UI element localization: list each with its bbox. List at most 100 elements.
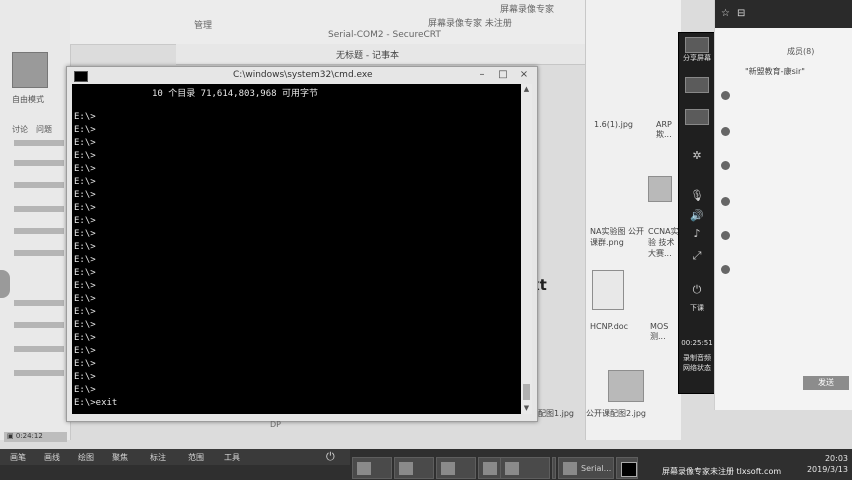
list-item[interactable] [14,160,64,166]
avatar[interactable] [12,52,48,88]
console-line: E:\> [74,125,96,135]
manage-label[interactable]: 管理 [194,18,212,31]
cmd-window[interactable]: C:\windows\system32\cmd.exe – □ × 10 个目录… [66,66,538,422]
console-line: E:\> [74,229,96,239]
console-output[interactable]: 10 个目录 71,614,803,968 可用字节 E:\> E:\> E:\… [72,84,521,414]
list-item[interactable] [14,300,64,306]
taskbar-app[interactable] [436,457,476,479]
scroll-down-icon[interactable]: ▼ [521,403,532,414]
member-item[interactable] [721,264,841,276]
securecrt-title: Serial-COM2 - SecureCRT [328,30,441,40]
console-line: E:\> [74,281,96,291]
list-item[interactable] [14,228,64,234]
member-item[interactable] [721,90,841,102]
file-item[interactable]: MOS测... [650,322,681,342]
power-icon[interactable]: ⏻ [679,283,715,297]
expand-icon[interactable]: ⤢ [679,249,715,263]
chat-header: ☆ ⊟ [715,0,852,28]
console-line: E:\> [74,177,96,187]
taskbar-app[interactable] [552,457,556,479]
list-item[interactable] [14,182,64,188]
member-item[interactable] [721,196,841,208]
app-icon[interactable] [648,176,672,202]
taskbar-app[interactable] [352,457,392,479]
image-thumbnail[interactable] [608,370,644,402]
list-item[interactable] [14,250,64,256]
cmd-app-icon [74,71,88,82]
members-tab[interactable]: 成员(8) [787,46,814,57]
list-item[interactable] [14,206,64,212]
doc-icon[interactable] [592,270,624,310]
menu-line[interactable]: 画线 [44,452,60,463]
toolbar-button[interactable] [685,109,709,125]
status-indicator: ▣ 0:24:12 [4,432,67,442]
member-item[interactable] [721,126,841,138]
collapse-handle[interactable] [0,270,10,298]
maximize-button[interactable]: □ [493,68,513,82]
console-line: E:\> [74,190,96,200]
member-item[interactable] [721,160,841,172]
avatar [721,231,730,240]
avatar [721,127,730,136]
file-item[interactable]: HCNP.doc [590,322,628,331]
window-icon[interactable]: ⊟ [737,8,745,19]
app-icon [441,462,455,475]
list-item[interactable] [14,370,64,376]
tab-question[interactable]: 问题 [36,124,52,135]
member-item[interactable] [721,230,841,242]
tab-discussion[interactable]: 讨论 [12,124,28,135]
list-item[interactable] [14,322,64,328]
list-item[interactable] [14,140,64,146]
group-title: "新盟教育-康sir" [745,67,805,76]
vertical-scrollbar[interactable]: ▲ ▼ [521,84,532,414]
console-line: 10 个目录 71,614,803,968 可用字节 [152,89,318,99]
file-item[interactable]: 配图1.jpg [538,408,574,419]
file-item[interactable]: 1.6(1).jpg [594,120,633,129]
menu-focus[interactable]: 聚焦 [112,452,128,463]
avatar [721,91,730,100]
music-icon[interactable]: ♪ [679,227,715,240]
file-item[interactable]: NA实验图 公开课群.png [590,226,646,248]
notepad-title: 无标题 - 记事本 [336,51,399,61]
menu-range[interactable]: 范围 [188,452,204,463]
console-line: E:\> [74,203,96,213]
close-button[interactable]: × [514,68,534,82]
taskbar-app-securecrt[interactable]: Serial... [558,457,614,479]
recorder-app-label: 屏幕录像专家 [500,5,555,15]
speaker-icon[interactable]: 🔊 [679,209,715,222]
console-line: E:\> [74,268,96,278]
send-button[interactable]: 发送 [803,376,849,390]
end-class-label[interactable]: 下课 [681,303,713,313]
taskbar-app-cmd[interactable] [616,457,638,479]
recorder-footer: 录制音频 网络状态 [683,354,711,372]
console-line: E:\> [74,138,96,148]
cmd-app-icon [621,462,637,477]
timer: 00:25:51 [681,339,713,347]
minimize-button[interactable]: – [472,68,492,82]
taskbar-app[interactable] [478,457,502,479]
cmd-titlebar[interactable]: C:\windows\system32\cmd.exe – □ × [67,67,537,84]
system-clock[interactable]: 20:03 2019/3/13 [807,453,848,475]
console-line: E:\> [74,112,96,122]
power-icon[interactable]: ⏻ [326,450,335,464]
list-item[interactable] [14,346,64,352]
menu-draw[interactable]: 绘图 [78,452,94,463]
app-icon [483,462,497,475]
file-item[interactable]: 公开课配图2.jpg [586,408,646,419]
taskbar-app[interactable] [394,457,434,479]
console-line: E:\> [74,385,96,395]
settings-icon[interactable]: ✲ [679,149,715,162]
star-icon[interactable]: ☆ [721,8,730,19]
notepad-titlebar[interactable]: 无标题 - 记事本 [176,44,586,65]
menu-tools[interactable]: 工具 [224,452,240,463]
menu-annotate[interactable]: 标注 [150,452,166,463]
scroll-up-icon[interactable]: ▲ [521,84,532,95]
toolbar-button[interactable] [685,77,709,93]
scroll-thumb[interactable] [523,384,530,400]
taskbar-app[interactable] [500,457,550,479]
menu-pen[interactable]: 画笔 [10,452,26,463]
share-screen-button[interactable] [685,37,709,53]
microphone-icon[interactable]: 🎙 [679,189,715,202]
file-item[interactable]: CCNA实验 技术大赛... [648,226,682,259]
annotation-menu: 画笔 画线 绘图 聚焦 标注 范围 工具 ⏻ [0,449,350,465]
